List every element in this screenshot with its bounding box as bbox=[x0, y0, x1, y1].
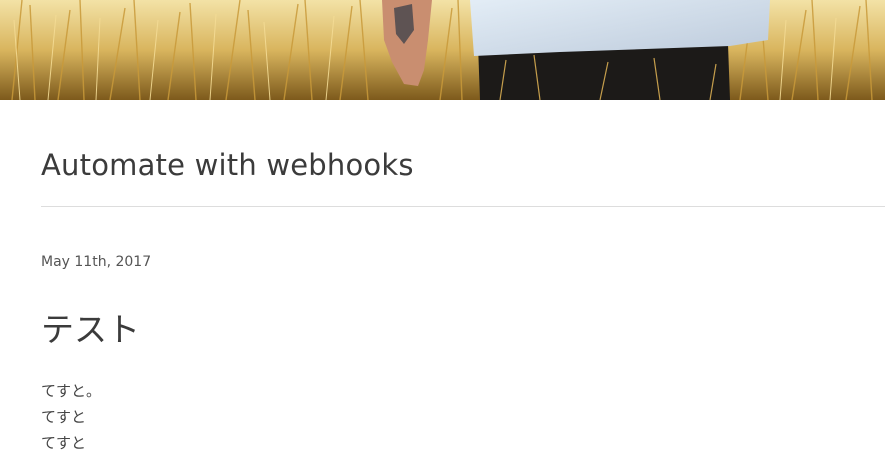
post-body-line: てすと。 bbox=[41, 382, 102, 400]
post-title[interactable]: テスト bbox=[41, 303, 140, 351]
grass-field-photo bbox=[0, 0, 885, 100]
post-body: てすと。 てすと てすと bbox=[41, 378, 101, 450]
page: Automate with webhooks May 11th, 2017 テス… bbox=[0, 0, 885, 450]
title-divider bbox=[41, 206, 885, 207]
post-body-line: てすと bbox=[41, 434, 87, 450]
post-body-line: てすと bbox=[41, 408, 87, 426]
site-title[interactable]: Automate with webhooks bbox=[41, 148, 414, 182]
header-banner-image bbox=[0, 0, 885, 100]
post-date: May 11th, 2017 bbox=[41, 254, 152, 270]
